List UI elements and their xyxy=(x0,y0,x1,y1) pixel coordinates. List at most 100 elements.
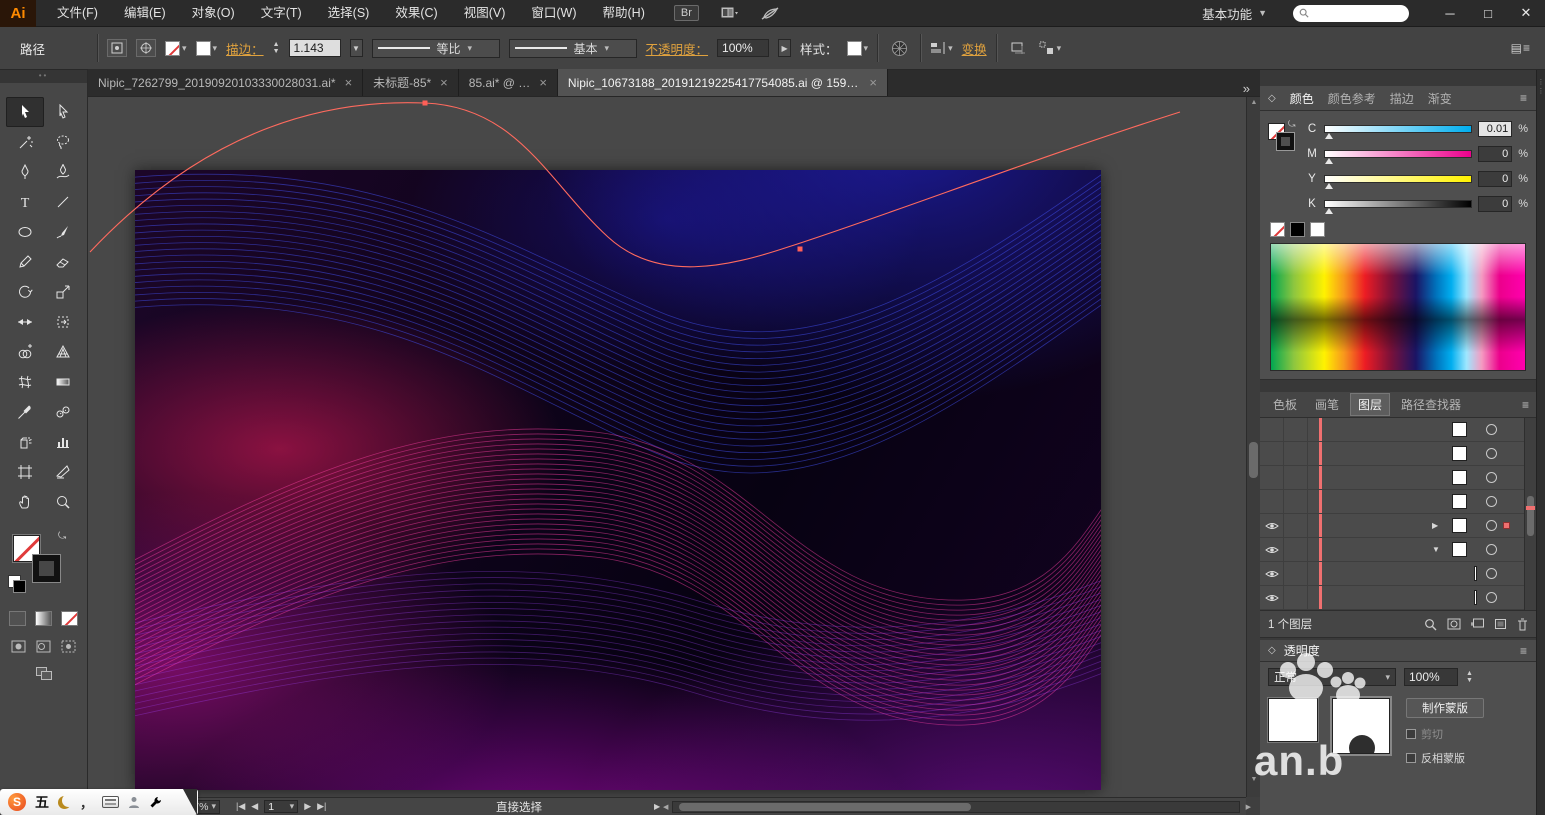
lock-column[interactable] xyxy=(1284,562,1308,585)
opacity-field[interactable]: 100% xyxy=(717,39,769,57)
scroll-left-icon[interactable]: ◀ xyxy=(663,803,668,811)
restore-button[interactable]: □ xyxy=(1469,0,1507,27)
lock-column[interactable] xyxy=(1284,586,1308,609)
target-circle-icon[interactable] xyxy=(1486,592,1497,603)
zoom-tool[interactable] xyxy=(44,487,82,517)
eyedropper-tool[interactable] xyxy=(6,397,44,427)
style-dropdown[interactable]: ▾ xyxy=(847,41,869,56)
tab-gradient[interactable]: 渐变 xyxy=(1428,90,1452,107)
swap-icon[interactable]: ⤿ xyxy=(1288,119,1296,130)
transparency-opacity-field[interactable]: 100% xyxy=(1404,668,1458,686)
reference-point-icon[interactable] xyxy=(136,39,156,57)
layer-thumbnail[interactable] xyxy=(1452,542,1467,557)
tab-close-icon[interactable]: × xyxy=(440,75,448,90)
width-tool[interactable] xyxy=(6,307,44,337)
panel-menu-icon[interactable]: ≡ xyxy=(1520,91,1528,105)
ime-logo-icon[interactable]: S xyxy=(8,793,26,811)
panel-collapse-icon[interactable]: ◇ xyxy=(1268,93,1276,104)
opacity-link[interactable]: 不透明度： xyxy=(646,39,709,58)
object-thumbnail[interactable] xyxy=(1268,698,1318,742)
white-swatch[interactable] xyxy=(1310,222,1325,237)
lock-column[interactable] xyxy=(1284,418,1308,441)
soft-keyboard-icon[interactable] xyxy=(102,796,119,808)
last-artboard-icon[interactable]: ▶| xyxy=(317,801,326,812)
gradient-tool[interactable] xyxy=(44,367,82,397)
visibility-toggle[interactable] xyxy=(1260,586,1284,609)
menu-item-1[interactable]: 文件(F) xyxy=(44,0,111,27)
tab-transparency[interactable]: 透明度 xyxy=(1284,642,1320,659)
visibility-toggle[interactable] xyxy=(1260,490,1284,513)
layer-row-7[interactable] xyxy=(1260,562,1536,586)
document-tab-2[interactable]: 未标题-85*× xyxy=(363,69,459,96)
invert-mask-checkbox[interactable] xyxy=(1406,753,1416,763)
new-sublayer-icon[interactable] xyxy=(1471,618,1484,630)
draw-normal-icon[interactable] xyxy=(11,640,26,653)
bridge-button[interactable]: Br xyxy=(674,5,699,21)
change-screen-mode-icon[interactable] xyxy=(36,667,52,680)
visibility-eye-icon[interactable] xyxy=(1265,521,1279,531)
stroke-weight-field[interactable]: 1.143 xyxy=(289,39,341,57)
opacity-dropdown-icon[interactable]: ▶ xyxy=(778,39,791,57)
layer-thumbnail[interactable] xyxy=(1474,590,1477,605)
stroke-swatch[interactable] xyxy=(33,555,60,582)
stroke-color-dropdown[interactable]: ▾ xyxy=(196,41,218,56)
value-field-y[interactable]: 0 xyxy=(1478,171,1512,187)
lock-column[interactable] xyxy=(1284,538,1308,561)
direct-selection-tool[interactable] xyxy=(44,97,82,127)
layer-row-1[interactable] xyxy=(1260,418,1536,442)
value-field-k[interactable]: 0 xyxy=(1478,196,1512,212)
previous-artboard-icon[interactable]: ◀ xyxy=(251,801,258,812)
layers-scrollbar[interactable] xyxy=(1524,418,1536,610)
canvas-area[interactable] xyxy=(88,97,1246,797)
selected-art-indicator[interactable] xyxy=(1503,522,1510,529)
column-graph-tool[interactable] xyxy=(44,427,82,457)
visibility-toggle[interactable] xyxy=(1260,538,1284,561)
menu-item-8[interactable]: 窗口(W) xyxy=(518,0,589,27)
menu-item-2[interactable]: 编辑(E) xyxy=(111,0,179,27)
expand-down-icon[interactable]: ▼ xyxy=(1432,545,1440,554)
target-circle-icon[interactable] xyxy=(1486,520,1497,531)
none-mode-icon[interactable] xyxy=(61,611,78,626)
scale-tool[interactable] xyxy=(44,277,82,307)
layer-row-5[interactable]: ▶ xyxy=(1260,514,1536,538)
slider-track-k[interactable] xyxy=(1324,200,1472,208)
visibility-toggle[interactable] xyxy=(1260,562,1284,585)
artboard-tool[interactable] xyxy=(6,457,44,487)
tab-stroke[interactable]: 描边 xyxy=(1390,90,1414,107)
lock-column[interactable] xyxy=(1284,490,1308,513)
layer-thumbnail[interactable] xyxy=(1452,446,1467,461)
gpu-performance-icon[interactable] xyxy=(760,6,780,21)
expand-right-icon[interactable]: ▶ xyxy=(1432,521,1438,530)
slider-track-y[interactable] xyxy=(1324,175,1472,183)
lock-column[interactable] xyxy=(1284,442,1308,465)
recolor-artwork-icon[interactable] xyxy=(887,38,911,58)
layer-row-6[interactable]: ▼ xyxy=(1260,538,1536,562)
target-circle-icon[interactable] xyxy=(1486,448,1497,459)
delete-layer-icon[interactable] xyxy=(1517,618,1528,631)
locate-object-icon[interactable] xyxy=(1424,618,1437,631)
free-transform-tool[interactable] xyxy=(44,307,82,337)
moon-icon[interactable] xyxy=(58,796,71,809)
document-tab-3[interactable]: 85.ai* @ …× xyxy=(459,69,558,96)
status-menu-icon[interactable]: ▶ xyxy=(654,802,660,811)
artboard-number-field[interactable]: 1 ▾ xyxy=(264,800,298,813)
visibility-toggle[interactable] xyxy=(1260,418,1284,441)
variable-width-profile-dropdown[interactable]: 等比 ▾ xyxy=(372,39,500,58)
layers-scroll-thumb[interactable] xyxy=(1527,496,1534,536)
make-clip-mask-icon[interactable] xyxy=(1447,618,1461,630)
color-mode-icon[interactable] xyxy=(9,611,26,626)
dock-edge-strip[interactable]: ⋮⋮ xyxy=(1536,70,1545,815)
menu-item-4[interactable]: 文字(T) xyxy=(248,0,315,27)
layer-thumbnail[interactable] xyxy=(1452,422,1467,437)
lasso-tool[interactable] xyxy=(44,127,82,157)
blend-tool[interactable] xyxy=(44,397,82,427)
draw-behind-icon[interactable] xyxy=(36,640,51,653)
opacity-stepper[interactable]: ▲▼ xyxy=(1466,671,1473,684)
ellipse-tool[interactable] xyxy=(6,217,44,247)
visibility-eye-icon[interactable] xyxy=(1265,545,1279,555)
shape-builder-tool[interactable] xyxy=(6,337,44,367)
vertical-scrollbar[interactable]: ▲ ▼ xyxy=(1246,97,1260,797)
panel-tab-inactive[interactable]: 画笔 xyxy=(1308,394,1346,415)
menu-item-9[interactable]: 帮助(H) xyxy=(590,0,658,27)
none-swatch[interactable] xyxy=(1270,222,1285,237)
